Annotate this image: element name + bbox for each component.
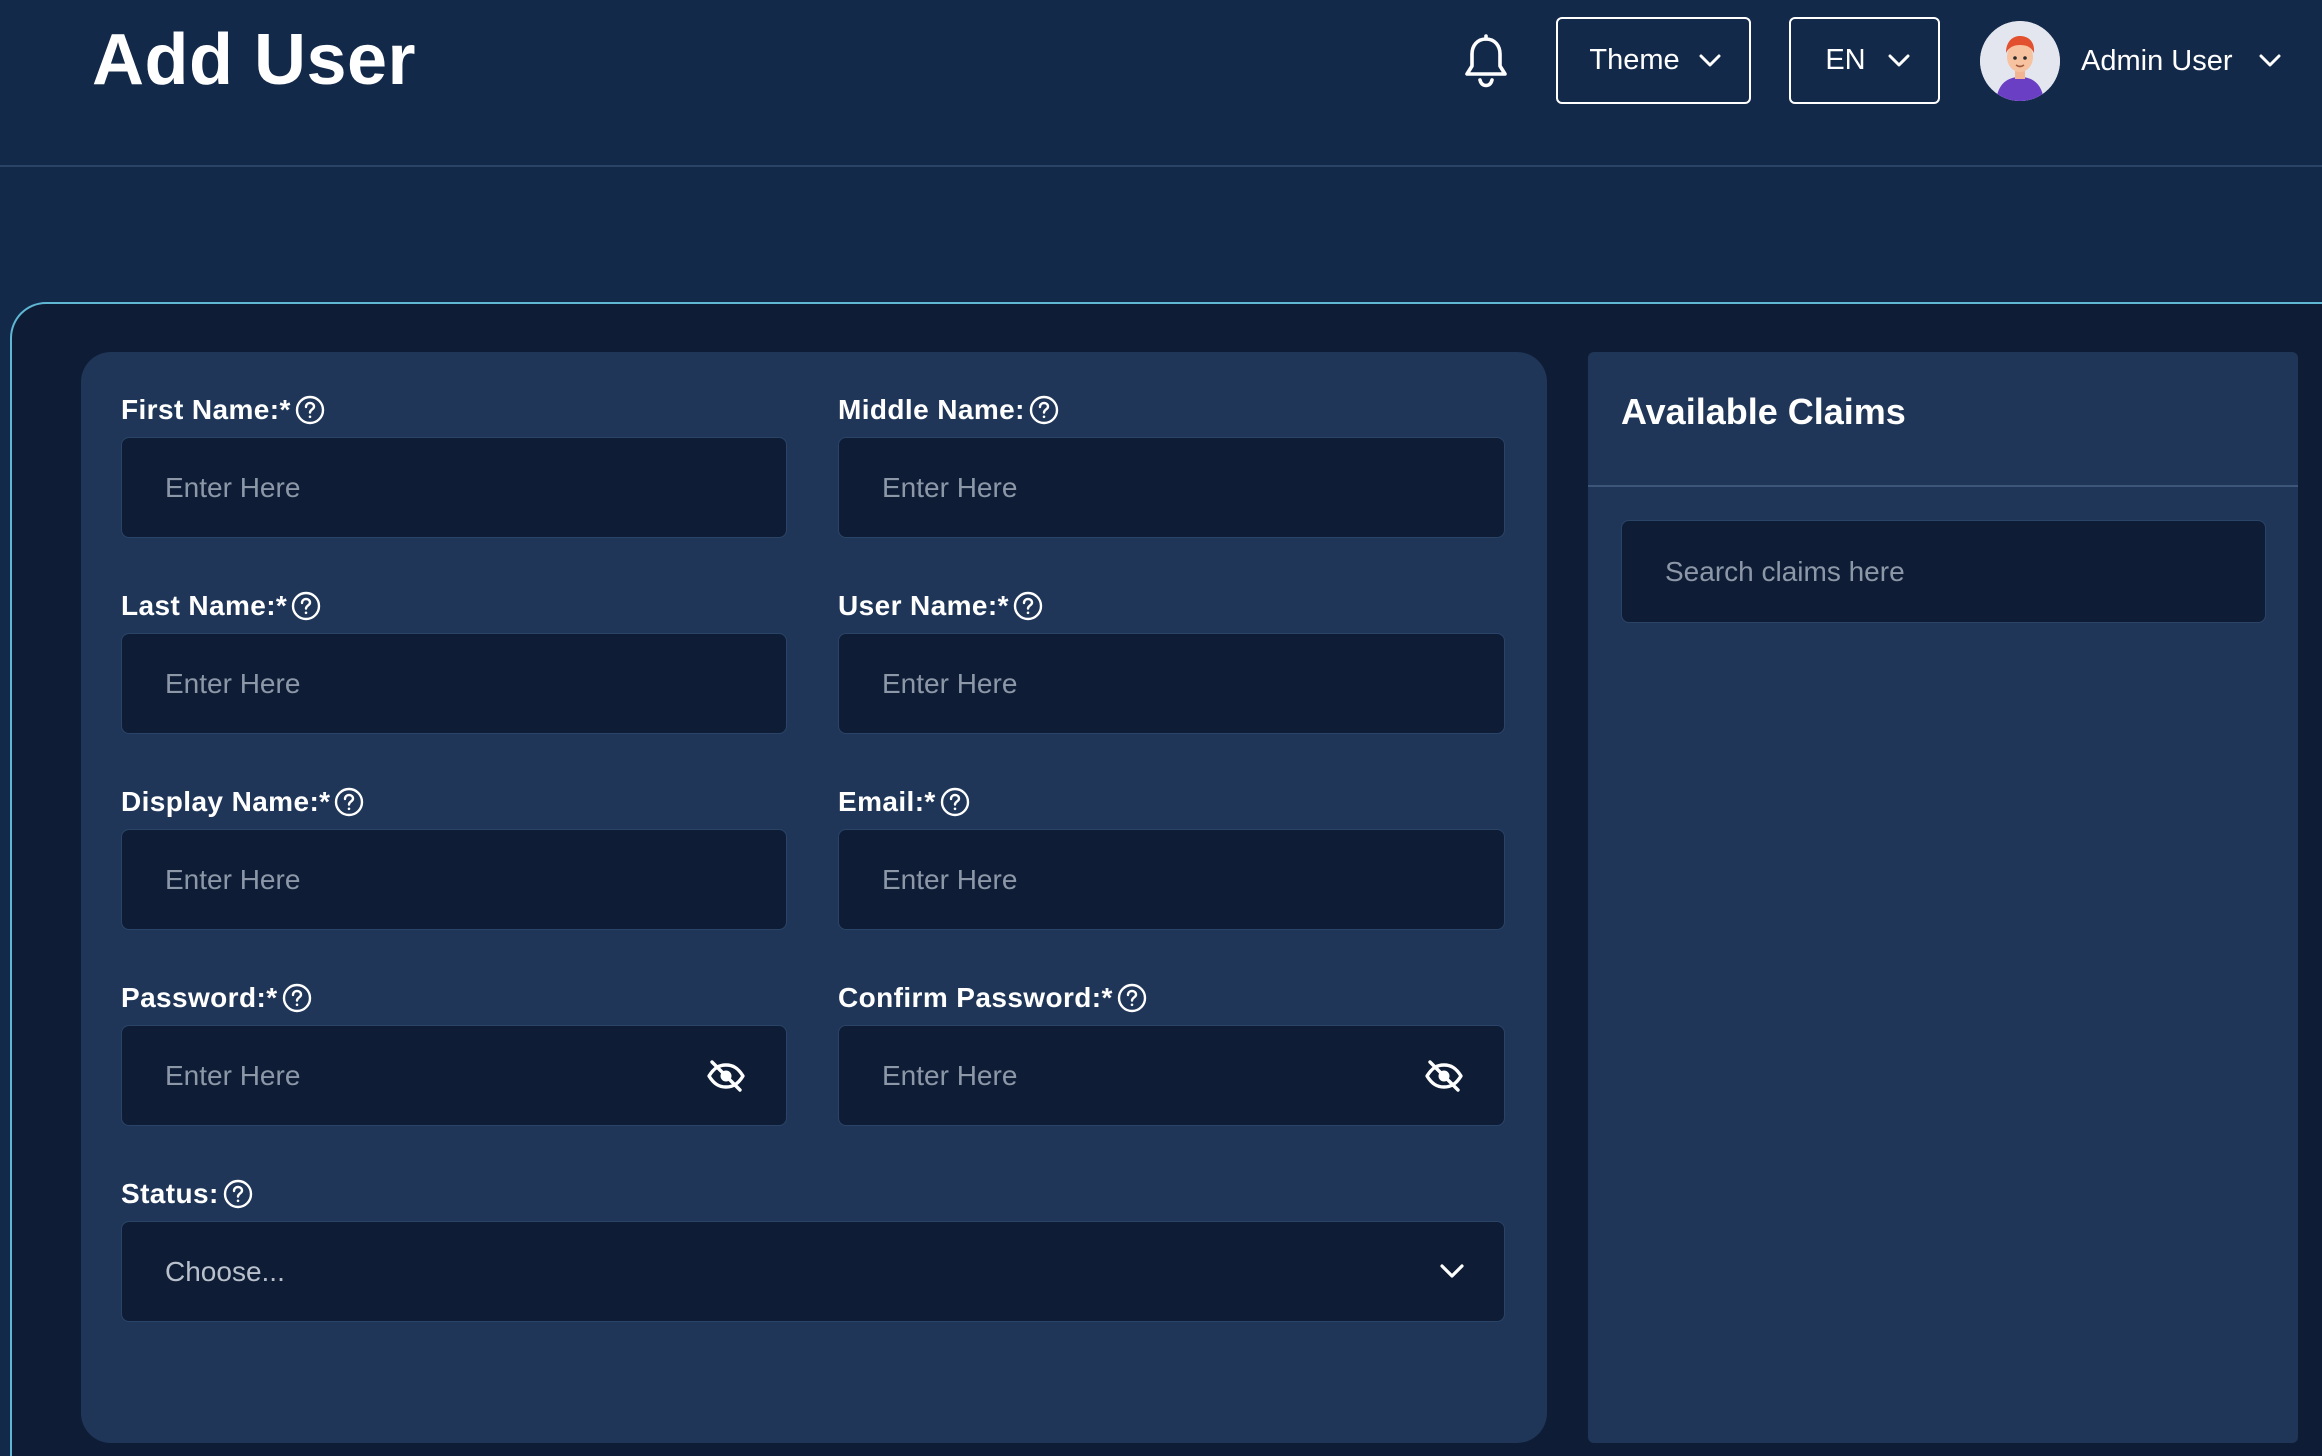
display-name-label: Display Name:* bbox=[121, 784, 364, 820]
middle-name-field[interactable] bbox=[838, 437, 1505, 538]
chevron-down-icon bbox=[1888, 54, 1910, 66]
chevron-down-icon bbox=[2259, 54, 2280, 67]
last-name-field[interactable] bbox=[121, 633, 787, 734]
chevron-down-icon bbox=[1699, 54, 1721, 66]
status-select[interactable]: Choose... bbox=[121, 1221, 1505, 1322]
bell-icon[interactable] bbox=[1462, 34, 1510, 88]
user-name-label-text: User Name:* bbox=[838, 590, 1009, 621]
help-icon[interactable] bbox=[1013, 591, 1043, 621]
top-header: Add User Theme EN Admin User bbox=[0, 0, 2322, 167]
help-icon[interactable] bbox=[295, 395, 325, 425]
middle-name-input[interactable] bbox=[839, 438, 1504, 537]
password-input[interactable] bbox=[122, 1026, 704, 1125]
last-name-label: Last Name:* bbox=[121, 588, 321, 624]
eye-off-icon[interactable] bbox=[704, 1054, 748, 1098]
first-name-label: First Name:* bbox=[121, 392, 325, 428]
theme-dropdown[interactable]: Theme bbox=[1556, 17, 1751, 104]
first-name-field[interactable] bbox=[121, 437, 787, 538]
user-name-field[interactable] bbox=[838, 633, 1505, 734]
confirm-password-field[interactable] bbox=[838, 1025, 1505, 1126]
status-selected-value: Choose... bbox=[165, 1255, 285, 1287]
user-menu[interactable]: Admin User bbox=[1980, 20, 2281, 102]
password-label-text: Password:* bbox=[121, 982, 278, 1013]
middle-name-label-text: Middle Name: bbox=[838, 394, 1025, 425]
middle-name-label: Middle Name: bbox=[838, 392, 1059, 428]
help-icon[interactable] bbox=[223, 1179, 253, 1209]
avatar bbox=[1980, 21, 2060, 101]
display-name-field[interactable] bbox=[121, 829, 787, 930]
user-name-label: User Name:* bbox=[838, 588, 1043, 624]
help-icon[interactable] bbox=[1117, 983, 1147, 1013]
display-name-input[interactable] bbox=[122, 830, 786, 929]
help-icon[interactable] bbox=[334, 787, 364, 817]
email-label-text: Email:* bbox=[838, 786, 936, 817]
claims-search-input[interactable] bbox=[1622, 521, 2265, 622]
available-claims-panel: Available Claims bbox=[1588, 352, 2298, 1443]
theme-label: Theme bbox=[1589, 44, 1680, 76]
help-icon[interactable] bbox=[940, 787, 970, 817]
status-label: Status: bbox=[121, 1176, 253, 1212]
help-icon[interactable] bbox=[282, 983, 312, 1013]
email-label: Email:* bbox=[838, 784, 970, 820]
confirm-password-label-text: Confirm Password:* bbox=[838, 982, 1113, 1013]
page-title: Add User bbox=[92, 20, 417, 100]
user-name-input[interactable] bbox=[839, 634, 1504, 733]
help-icon[interactable] bbox=[1029, 395, 1059, 425]
chevron-down-icon bbox=[1440, 1264, 1464, 1278]
last-name-input[interactable] bbox=[122, 634, 786, 733]
eye-off-icon[interactable] bbox=[1422, 1054, 1466, 1098]
language-dropdown[interactable]: EN bbox=[1789, 17, 1940, 104]
email-field[interactable] bbox=[838, 829, 1505, 930]
email-input[interactable] bbox=[839, 830, 1504, 929]
first-name-label-text: First Name:* bbox=[121, 394, 291, 425]
display-name-label-text: Display Name:* bbox=[121, 786, 331, 817]
add-user-form: First Name:* Middle Name: Last Name:* Us… bbox=[81, 352, 1547, 1443]
confirm-password-label: Confirm Password:* bbox=[838, 980, 1147, 1016]
password-label: Password:* bbox=[121, 980, 312, 1016]
last-name-label-text: Last Name:* bbox=[121, 590, 288, 621]
divider bbox=[1588, 485, 2298, 487]
claims-search-field[interactable] bbox=[1621, 520, 2266, 623]
language-label: EN bbox=[1825, 44, 1866, 76]
password-field[interactable] bbox=[121, 1025, 787, 1126]
confirm-password-input[interactable] bbox=[839, 1026, 1422, 1125]
first-name-input[interactable] bbox=[122, 438, 786, 537]
user-name: Admin User bbox=[2081, 44, 2233, 77]
help-icon[interactable] bbox=[291, 591, 321, 621]
claims-title: Available Claims bbox=[1621, 391, 1906, 432]
status-label-text: Status: bbox=[121, 1178, 219, 1209]
